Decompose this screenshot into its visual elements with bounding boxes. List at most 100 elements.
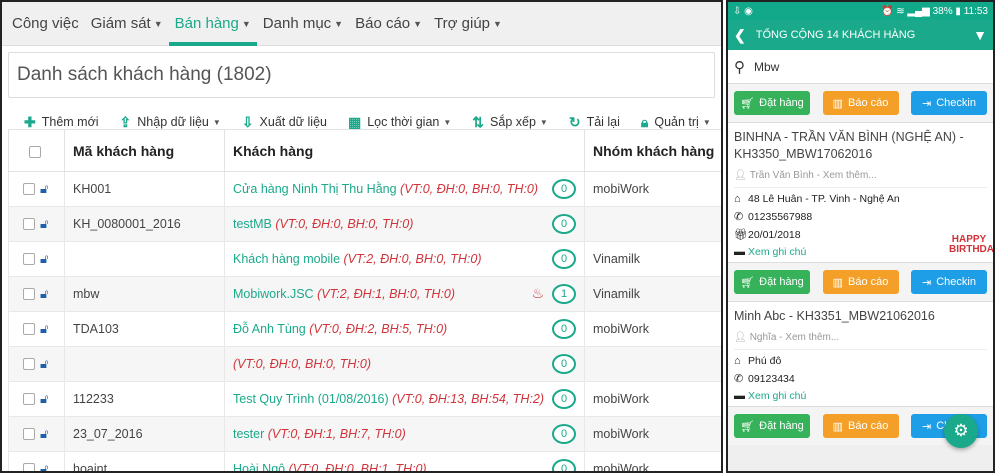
order-button[interactable]: 🛒︎ Đặt hàng xyxy=(734,414,810,438)
checkin-button[interactable]: ⇥Checkin xyxy=(911,270,987,294)
nav-item[interactable]: Giám sát ▼ xyxy=(85,2,169,45)
unlock-icon[interactable]: 🔓︎ xyxy=(40,251,48,267)
customer-name-link[interactable]: tester xyxy=(233,427,264,441)
customer-stats: (VT:0, ĐH:0, BH:0, TH:0) xyxy=(233,357,371,371)
unlock-icon[interactable]: 🔓︎ xyxy=(40,461,48,471)
customer-name-link[interactable]: Mobiwork.JSC xyxy=(233,287,314,301)
unlock-icon[interactable]: 🔓︎ xyxy=(40,216,48,232)
search-input[interactable]: Mbw xyxy=(754,60,779,74)
card-owner[interactable]: 👤︎ Trần Văn Bình - Xem thêm... xyxy=(734,170,987,188)
column-header-code[interactable]: Mã khách hàng xyxy=(64,129,225,172)
comment-count-badge[interactable]: 0 xyxy=(552,249,576,269)
customer-card[interactable]: Minh Abc - KH3351_MBW21062016 👤︎ Nghĩa - … xyxy=(728,301,993,407)
lock-icon: 🔒︎ xyxy=(640,113,649,130)
customer-name-link[interactable]: Cửa hàng Ninh Thị Thu Hằng xyxy=(233,182,397,196)
order-button[interactable]: 🛒︎ Đặt hàng xyxy=(734,91,810,115)
sort-button[interactable]: ⇅ Sắp xếp ▼ xyxy=(472,114,548,131)
row-checkbox[interactable] xyxy=(23,393,35,405)
refresh-icon: ↻ xyxy=(568,113,581,130)
table-row[interactable]: 🔓︎ KH001 Cửa hàng Ninh Thị Thu Hằng (VT:0,… xyxy=(8,171,721,207)
row-checkbox[interactable] xyxy=(23,288,35,300)
card-title: BINHNA - TRẦN VĂN BÌNH (NGHỆ AN) - KH335… xyxy=(734,130,964,161)
table-row[interactable]: 🔓︎ mbw Mobiwork.JSC (VT:2, ĐH:1, BH:0, TH:… xyxy=(8,276,721,312)
table-row[interactable]: 🔓︎ 23_07_2016 tester (VT:0, ĐH:1, BH:7, TH… xyxy=(8,416,721,452)
comment-count-badge[interactable]: 0 xyxy=(552,459,576,471)
column-header-customer[interactable]: Khách hàng xyxy=(224,129,585,172)
customer-stats: (VT:0, ĐH:0, BH:0, TH:0) xyxy=(275,217,414,231)
select-all-checkbox[interactable] xyxy=(29,145,41,158)
nav-item[interactable]: Công việc xyxy=(6,2,85,45)
customer-code: hoaint xyxy=(64,451,225,471)
report-button[interactable]: ▥ Báo cáo xyxy=(822,91,899,115)
settings-fab[interactable]: ⚙ xyxy=(944,414,978,448)
table-row[interactable]: 🔓︎ Khách hàng mobile (VT:2, ĐH:0, BH:0, T… xyxy=(8,241,721,277)
customer-stats: (VT:0, ĐH:1, BH:7, TH:0) xyxy=(267,427,406,441)
card-note-link[interactable]: ▬ Xem ghi chú xyxy=(734,390,987,402)
nav-item[interactable]: Báo cáo ▼ xyxy=(349,2,428,45)
row-checkbox[interactable] xyxy=(23,183,35,195)
chevron-down-icon: ▼ xyxy=(443,117,452,127)
row-checkbox[interactable] xyxy=(23,463,35,471)
table-row[interactable]: 🔓︎ (VT:0, ĐH:0, BH:0, TH:0) 0 xyxy=(8,346,721,382)
comment-count-badge[interactable]: 0 xyxy=(552,179,576,199)
customer-group: Vinamilk xyxy=(584,276,721,312)
row-checkbox[interactable] xyxy=(23,218,35,230)
birthday-cake-icon: ♨ xyxy=(531,285,544,301)
export-button[interactable]: ⇩ Xuất dữ liệu xyxy=(242,114,327,131)
comment-count-badge[interactable]: 0 xyxy=(552,214,576,234)
comment-count-badge[interactable]: 0 xyxy=(552,424,576,444)
search-icon: ⚲ xyxy=(734,58,745,76)
table-row[interactable]: 🔓︎ hoaint Hoài Ngô (VT:0, ĐH:0, BH:1, TH:0… xyxy=(8,451,721,471)
filter-icon[interactable]: ▼ xyxy=(973,27,987,43)
admin-button[interactable]: 🔒︎ Quản trị ▼ xyxy=(641,114,711,131)
table-row[interactable]: 🔓︎ 112233 Test Quy Trình (01/08/2016) (VT:… xyxy=(8,381,721,417)
chevron-down-icon: ▼ xyxy=(493,18,502,29)
customer-stats: (VT:0, ĐH:2, BH:5, TH:0) xyxy=(309,322,448,336)
unlock-icon[interactable]: 🔓︎ xyxy=(40,321,48,337)
search-bar[interactable]: ⚲ Mbw xyxy=(728,50,993,84)
table-row[interactable]: 🔓︎ TDA103 Đỗ Anh Tùng (VT:0, ĐH:2, BH:5, T… xyxy=(8,311,721,347)
row-checkbox[interactable] xyxy=(23,253,35,265)
column-header-group[interactable]: Nhóm khách hàng xyxy=(584,129,721,172)
customer-group: mobiWork xyxy=(584,451,721,471)
unlock-icon[interactable]: 🔓︎ xyxy=(40,286,48,302)
comment-count-badge[interactable]: 0 xyxy=(552,389,576,409)
report-button[interactable]: ▥ Báo cáo xyxy=(822,414,899,438)
customer-card[interactable]: BINHNA - TRẦN VĂN BÌNH (NGHỆ AN) - KH335… xyxy=(728,122,993,263)
customer-name-link[interactable]: Hoài Ngô xyxy=(233,462,285,471)
back-arrow-icon[interactable]: ❮ xyxy=(734,27,746,44)
table-row[interactable]: 🔓︎ KH_0080001_2016 testMB (VT:0, ĐH:0, BH:… xyxy=(8,206,721,242)
comment-icon: ▬ xyxy=(734,246,745,258)
customer-name-link[interactable]: Khách hàng mobile xyxy=(233,252,340,266)
comment-count-badge[interactable]: 0 xyxy=(552,354,576,374)
comment-count-badge[interactable]: 0 xyxy=(552,319,576,339)
card-phone: ✆ 01235567988 xyxy=(734,210,813,224)
unlock-icon[interactable]: 🔓︎ xyxy=(40,356,48,372)
customer-name-link[interactable]: testMB xyxy=(233,217,272,231)
nav-item[interactable]: Danh mục ▼ xyxy=(257,2,349,45)
unlock-icon[interactable]: 🔓︎ xyxy=(40,181,48,197)
card-owner[interactable]: 👤︎ Nghĩa - Xem thêm... xyxy=(734,332,987,350)
birthday-badge: HAPPY BIRTHDAY xyxy=(949,234,995,255)
card-address: ⌂ 48 Lê Huân - TP. Vinh - Nghệ An xyxy=(734,193,900,205)
comment-count-badge[interactable]: 1 xyxy=(552,284,576,304)
unlock-icon[interactable]: 🔓︎ xyxy=(40,426,48,442)
nav-item[interactable]: Bán hàng ▼ xyxy=(168,2,257,46)
nav-item[interactable]: Trợ giúp ▼ xyxy=(428,2,508,45)
row-checkbox[interactable] xyxy=(23,428,35,440)
row-checkbox[interactable] xyxy=(23,323,35,335)
unlock-icon[interactable]: 🔓︎ xyxy=(40,391,48,407)
report-button[interactable]: ▥ Báo cáo xyxy=(822,270,899,294)
filter-time-button[interactable]: ▦ Lọc thời gian ▼ xyxy=(348,114,451,131)
reload-button[interactable]: ↻ Tải lại xyxy=(569,114,620,131)
import-button[interactable]: ⇪ Nhập dữ liệu ▼ xyxy=(120,114,221,131)
customer-name-link[interactable]: Test Quy Trình (01/08/2016) xyxy=(233,392,389,406)
row-checkbox[interactable] xyxy=(23,358,35,370)
checkin-button[interactable]: ⇥Checkin xyxy=(911,91,987,115)
order-button[interactable]: 🛒︎ Đặt hàng xyxy=(734,270,810,294)
header-title: TỔNG CỘNG 14 KHÁCH HÀNG xyxy=(755,29,916,41)
chart-icon: ▥ xyxy=(832,276,844,289)
customer-name-link[interactable]: Đỗ Anh Tùng xyxy=(233,322,306,336)
add-button[interactable]: ✚ Thêm mới xyxy=(24,114,99,131)
customer-cell: Test Quy Trình (01/08/2016) (VT:0, ĐH:13… xyxy=(224,381,585,417)
